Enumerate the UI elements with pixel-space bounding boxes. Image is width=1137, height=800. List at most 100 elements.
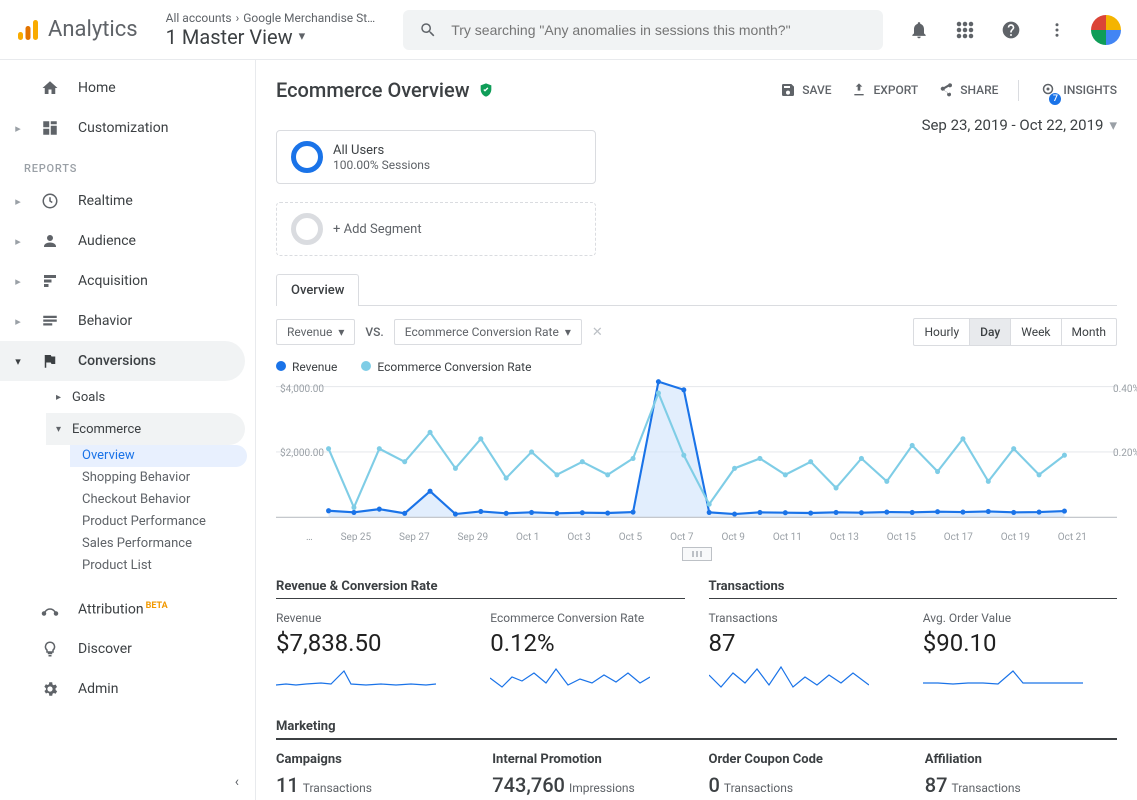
- sidebar-link-shopping-behavior[interactable]: Shopping Behavior: [82, 467, 255, 489]
- reports-section-label: REPORTS: [0, 148, 255, 181]
- sidebar-item-acquisition[interactable]: ▸ Acquisition: [0, 261, 255, 301]
- metric-label: Avg. Order Value: [923, 611, 1117, 625]
- sidebar-item-realtime[interactable]: ▸ Realtime: [0, 181, 255, 221]
- export-button[interactable]: EXPORT: [851, 82, 918, 98]
- sidebar-item-audience[interactable]: ▸ Audience: [0, 221, 255, 261]
- sidebar-item-label: Acquisition: [78, 273, 148, 289]
- sidebar-link-sales-performance[interactable]: Sales Performance: [82, 533, 255, 555]
- add-segment-button[interactable]: + Add Segment: [276, 202, 596, 256]
- metric-revenue[interactable]: Revenue $7,838.50: [276, 611, 470, 695]
- vs-label: VS.: [365, 325, 383, 339]
- metric-conversion-rate[interactable]: Ecommerce Conversion Rate 0.12%: [490, 611, 684, 695]
- metric-select-1[interactable]: Revenue ▾: [276, 319, 355, 345]
- x-axis-tick: Oct 15: [887, 532, 916, 543]
- view-selector[interactable]: All accounts › Google Merchandise St… 1 …: [166, 11, 376, 49]
- clear-metric-button[interactable]: ✕: [592, 325, 603, 340]
- y-axis-right-tick: 0.20%: [1113, 448, 1137, 459]
- sparkline: [276, 663, 436, 691]
- sidebar-item-home[interactable]: Home: [0, 68, 255, 108]
- mk-unit: Transactions: [724, 781, 793, 795]
- section-title-marketing: Marketing: [276, 719, 1117, 740]
- marketing-card-affiliation[interactable]: Affiliation 87Transactions $7,838.50Reve…: [925, 752, 1117, 800]
- segment-title: All Users: [333, 143, 430, 158]
- marketing-card-internal-promotion[interactable]: Internal Promotion 743,760Impressions: [492, 752, 684, 800]
- more-vert-icon[interactable]: [1045, 18, 1069, 42]
- mk-unit: Transactions: [951, 781, 1020, 795]
- sidebar-link-overview[interactable]: Overview: [70, 445, 247, 467]
- sidebar-link-product-performance[interactable]: Product Performance: [82, 511, 255, 533]
- metric-transactions[interactable]: Transactions 87: [709, 611, 903, 695]
- mk-value: 11: [276, 773, 299, 797]
- metric-value: $90.10: [923, 629, 1117, 657]
- sparkline: [490, 663, 650, 691]
- sidebar-item-conversions[interactable]: ▾ Conversions: [0, 341, 245, 381]
- sidebar-link-product-list[interactable]: Product List: [82, 555, 255, 577]
- search-input[interactable]: [451, 22, 867, 38]
- help-icon[interactable]: [999, 18, 1023, 42]
- insights-button[interactable]: 7 INSIGHTS: [1018, 80, 1117, 101]
- x-axis-tick: Oct 1: [516, 532, 540, 543]
- sidebar-subitem-goals[interactable]: ▸Goals: [56, 381, 255, 413]
- sidebar-item-label: Discover: [78, 641, 132, 657]
- sidebar-item-admin[interactable]: Admin: [0, 669, 255, 709]
- mk-value: 87: [925, 773, 948, 797]
- product-name: Analytics: [48, 17, 138, 42]
- sidebar-link-checkout-behavior[interactable]: Checkout Behavior: [82, 489, 255, 511]
- gran-hourly[interactable]: Hourly: [914, 319, 969, 345]
- sidebar-item-label: Behavior: [78, 313, 132, 329]
- x-axis-tick: Oct 19: [1001, 532, 1030, 543]
- avatar[interactable]: [1091, 15, 1121, 45]
- chevron-down-icon: ▾: [565, 325, 571, 339]
- save-icon: [780, 82, 796, 98]
- metric-select-2[interactable]: Ecommerce Conversion Rate ▾: [394, 319, 582, 345]
- metric-avg-order-value[interactable]: Avg. Order Value $90.10: [923, 611, 1117, 695]
- share-button[interactable]: SHARE: [938, 82, 998, 98]
- sidebar-item-attribution[interactable]: AttributionBETA: [0, 589, 255, 629]
- save-button[interactable]: SAVE: [780, 82, 831, 98]
- sidebar-item-discover[interactable]: Discover: [0, 629, 255, 669]
- share-icon: [938, 82, 954, 98]
- main-chart[interactable]: $4,000.00 $2,000.00 0.40% 0.20%: [276, 378, 1117, 528]
- x-axis-tick: Oct 9: [721, 532, 745, 543]
- sidebar-item-label: AttributionBETA: [78, 601, 168, 618]
- x-axis-tick: Sep 29: [457, 532, 488, 543]
- sidebar-item-label: Goals: [72, 390, 105, 405]
- metric-value: $7,838.50: [276, 629, 470, 657]
- gran-day[interactable]: Day: [969, 319, 1010, 345]
- sidebar-item-behavior[interactable]: ▸ Behavior: [0, 301, 255, 341]
- sidebar-item-label: Customization: [78, 120, 168, 136]
- apps-icon[interactable]: [953, 18, 977, 42]
- x-axis-tick: Oct 21: [1058, 532, 1087, 543]
- sidebar-item-label: Admin: [78, 681, 118, 697]
- gran-month[interactable]: Month: [1061, 319, 1116, 345]
- search-icon: [419, 21, 437, 39]
- metric-select-label: Revenue: [287, 325, 332, 339]
- sidebar-subitem-ecommerce[interactable]: ▾Ecommerce: [46, 413, 245, 445]
- gran-week[interactable]: Week: [1010, 319, 1060, 345]
- marketing-card-order-coupon[interactable]: Order Coupon Code 0Transactions $0.00Rev…: [709, 752, 901, 800]
- notifications-icon[interactable]: [907, 18, 931, 42]
- tab-overview[interactable]: Overview: [276, 274, 359, 306]
- x-axis-tick: Sep 27: [399, 532, 430, 543]
- x-axis-tick: Oct 13: [830, 532, 859, 543]
- segment-all-users[interactable]: All Users 100.00% Sessions: [276, 130, 596, 184]
- sidebar-item-label: Realtime: [78, 193, 133, 209]
- mk-unit: Transactions: [303, 781, 372, 795]
- search-box[interactable]: [403, 10, 883, 50]
- marketing-card-campaigns[interactable]: Campaigns 11Transactions $431.75Revenue: [276, 752, 468, 800]
- date-range-label: Sep 23, 2019 - Oct 22, 2019: [922, 116, 1104, 134]
- chart-resize-handle[interactable]: [682, 547, 712, 561]
- date-range-picker[interactable]: Sep 23, 2019 - Oct 22, 2019 ▾: [922, 116, 1117, 134]
- mk-unit: Impressions: [569, 781, 635, 795]
- collapse-sidebar-button[interactable]: ‹: [235, 774, 239, 790]
- sidebar-item-customization[interactable]: ▸ Customization: [0, 108, 255, 148]
- view-name: 1 Master View: [166, 25, 293, 49]
- mk-card-title: Order Coupon Code: [709, 752, 901, 767]
- mk-value: 743,760: [492, 773, 565, 797]
- metric-value: 87: [709, 629, 903, 657]
- action-label: INSIGHTS: [1063, 83, 1117, 97]
- x-axis-tick: Oct 5: [619, 532, 643, 543]
- chevron-down-icon: ▾: [299, 29, 306, 44]
- action-label: SHARE: [960, 83, 998, 97]
- app-logo[interactable]: Analytics: [16, 17, 138, 42]
